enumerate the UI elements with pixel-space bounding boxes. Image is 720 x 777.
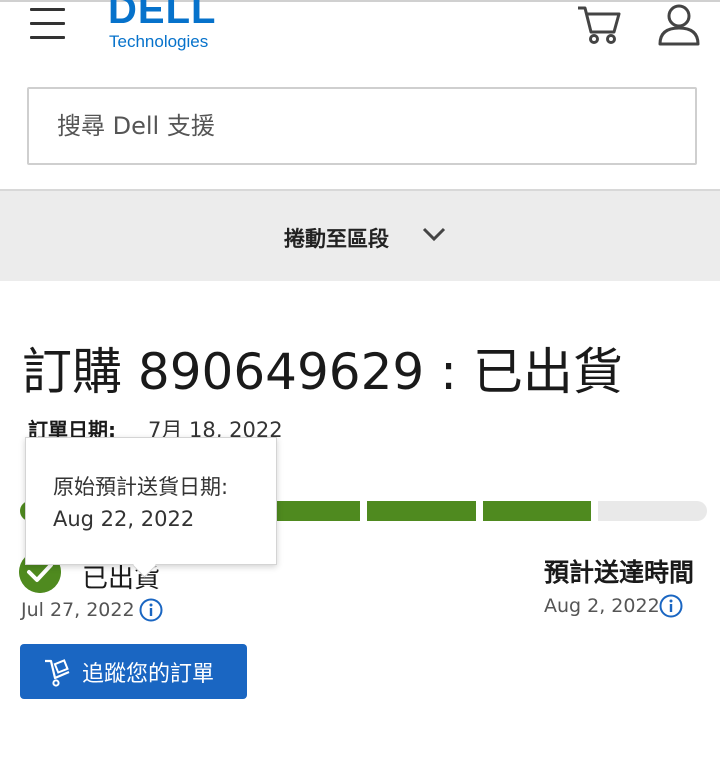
- scroll-to-section-label: 捲動至區段: [284, 227, 389, 251]
- dell-logo[interactable]: DELL: [108, 0, 216, 33]
- scroll-to-section-dropdown[interactable]: 捲動至區段: [0, 189, 720, 281]
- chevron-down-icon: [422, 227, 446, 242]
- search-box[interactable]: [27, 87, 697, 165]
- info-icon[interactable]: [659, 594, 683, 618]
- dell-logo-subtitle: Technologies: [109, 32, 209, 51]
- eta-label: 預計送達時間: [544, 558, 695, 587]
- track-order-button[interactable]: 追蹤您的訂單: [20, 644, 247, 699]
- search-input[interactable]: [29, 89, 677, 163]
- progress-segment-pending: [598, 501, 707, 521]
- page-title: 訂購 890649629 : 已出貨: [22, 343, 623, 401]
- tooltip-label: 原始預計送貨日期:: [53, 475, 229, 499]
- cart-icon[interactable]: [576, 3, 622, 45]
- eta-date: Aug 2, 2022: [544, 595, 660, 617]
- progress-segment: [367, 501, 476, 521]
- tooltip-date: Aug 22, 2022: [53, 507, 195, 531]
- user-icon[interactable]: [656, 2, 702, 46]
- menu-icon[interactable]: [30, 8, 66, 39]
- track-order-label: 追蹤您的訂單: [82, 661, 215, 686]
- info-icon[interactable]: [139, 598, 163, 622]
- truck-icon: [45, 659, 70, 687]
- original-delivery-tooltip: 原始預計送貨日期: Aug 22, 2022: [25, 437, 277, 565]
- status-date: Jul 27, 2022: [21, 599, 135, 621]
- progress-segment: [483, 501, 591, 521]
